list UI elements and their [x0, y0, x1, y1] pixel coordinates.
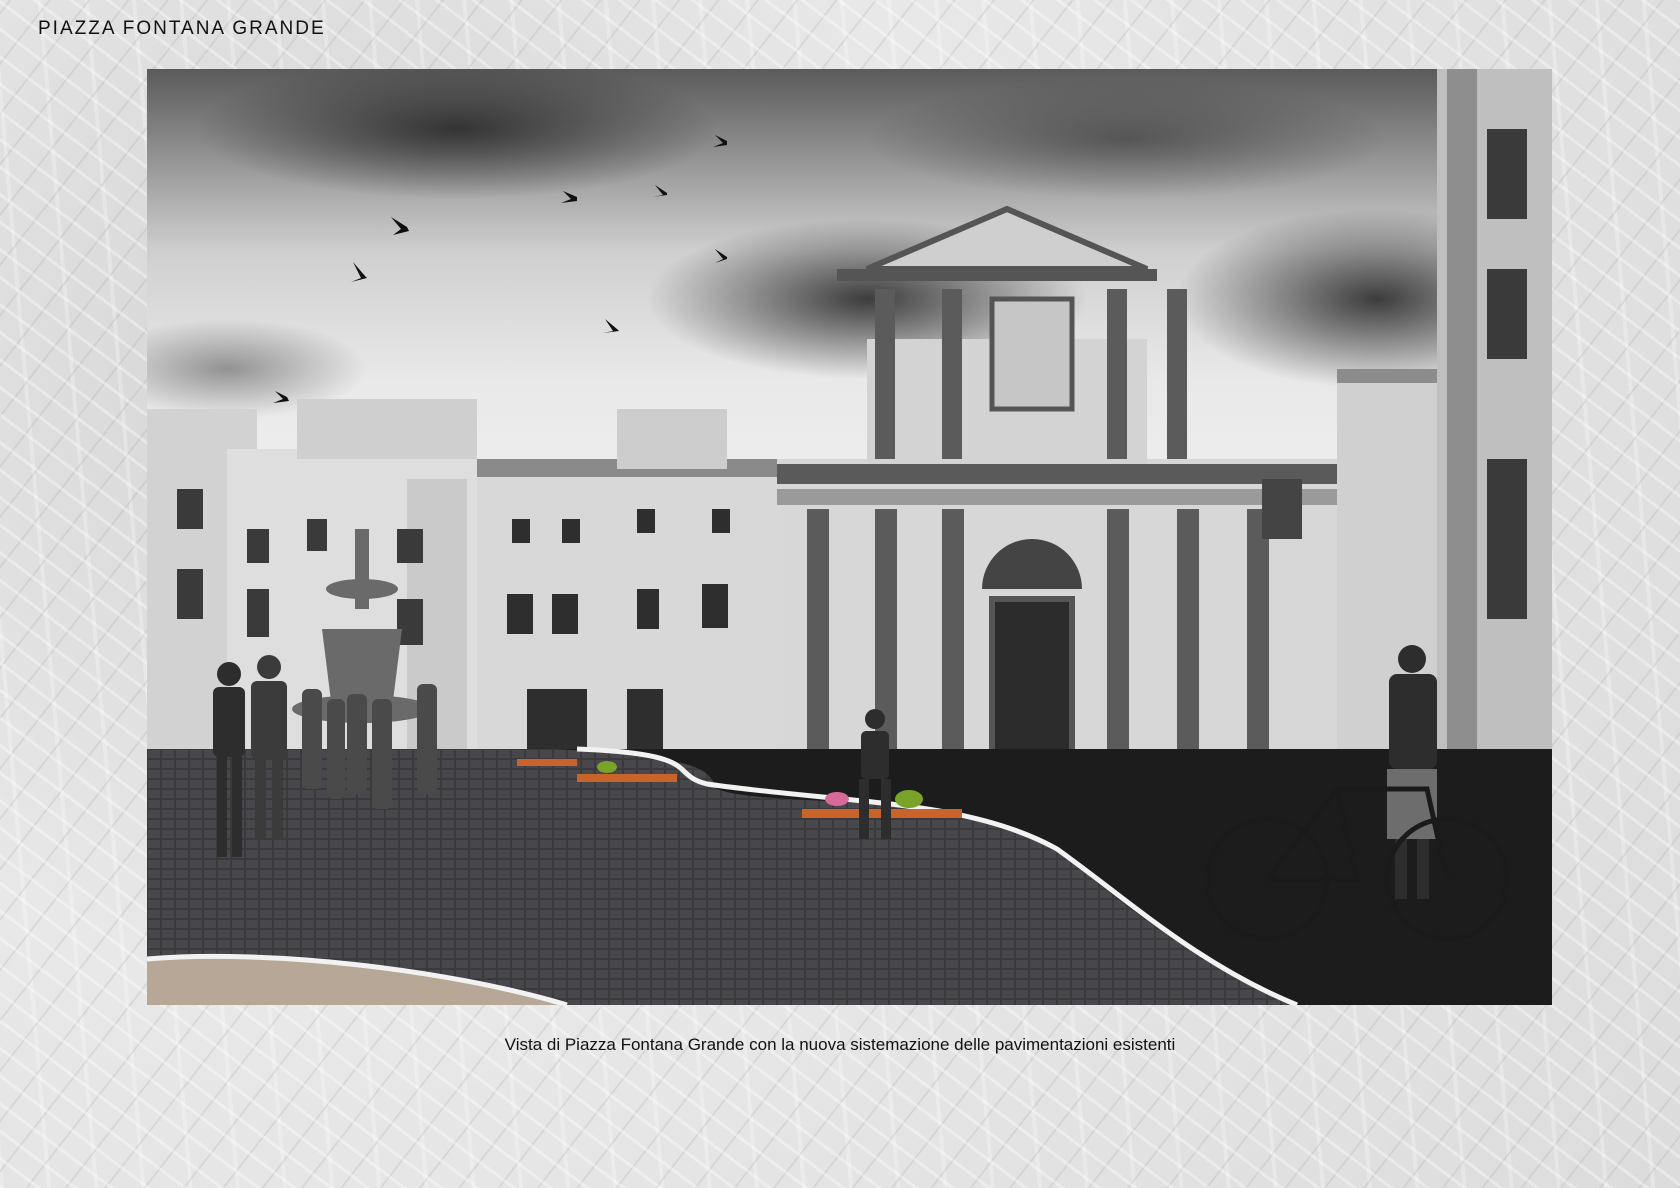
bench: [577, 774, 677, 782]
right-building: [1437, 69, 1552, 769]
photo-caption: Vista di Piazza Fontana Grande con la nu…: [504, 1035, 1176, 1054]
page-title: PIAZZA FONTANA GRANDE: [38, 18, 326, 39]
middle-building: [477, 409, 777, 769]
bench: [517, 759, 577, 766]
cloud: [867, 79, 1387, 199]
planter: [895, 790, 923, 808]
planter: [597, 761, 617, 773]
planter: [825, 792, 849, 806]
render-photo: [147, 69, 1552, 1005]
